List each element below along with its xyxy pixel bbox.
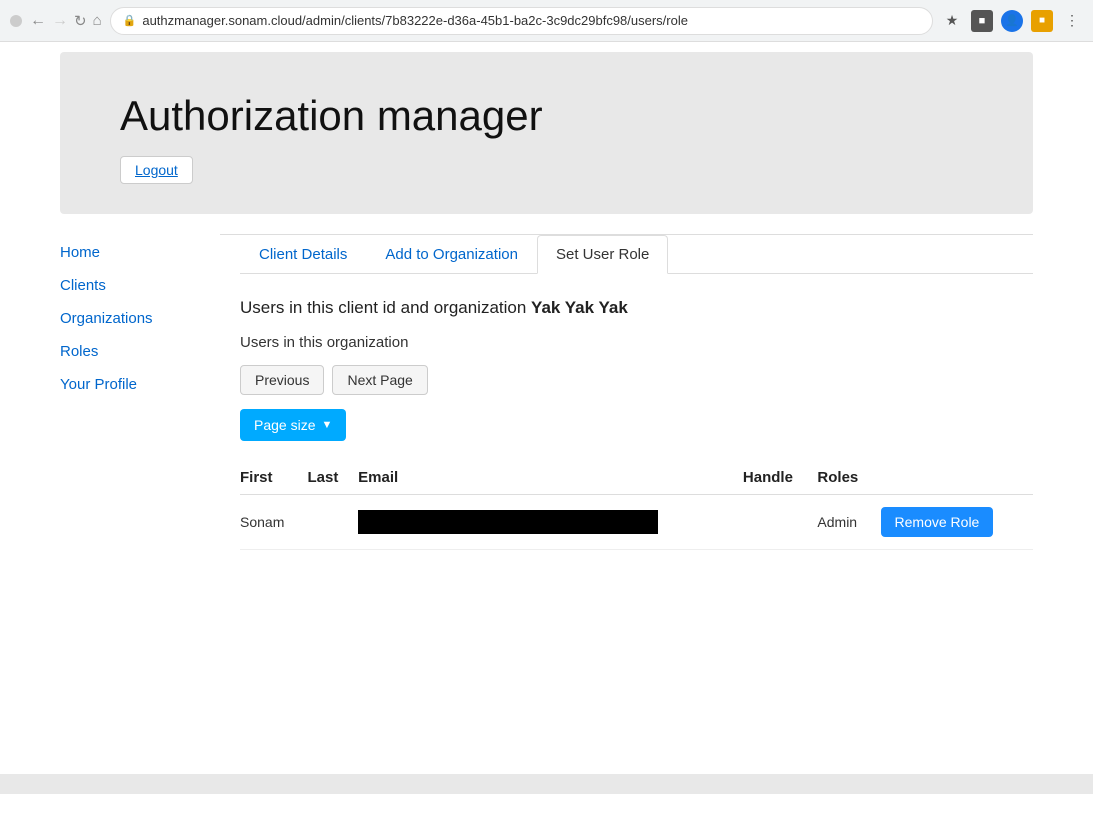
logout-button[interactable]: Logout [120, 156, 193, 184]
url-text: authzmanager.sonam.cloud/admin/clients/7… [142, 13, 688, 28]
sidebar-item-home[interactable]: Home [60, 244, 220, 261]
settings-icon[interactable]: ⋮ [1061, 10, 1083, 32]
users-table: First Last Email Handle Roles Sonam [240, 461, 1033, 550]
main-layout: Home Clients Organizations Roles Your Pr… [60, 214, 1033, 734]
page-size-button[interactable]: Page size ▼ [240, 409, 346, 441]
tab-set-user-role[interactable]: Set User Role [537, 235, 668, 274]
address-bar[interactable]: 🔒 authzmanager.sonam.cloud/admin/clients… [110, 7, 933, 35]
table-header: First Last Email Handle Roles [240, 461, 1033, 495]
browser-controls [10, 15, 22, 27]
table-body: Sonam Admin Remove Role [240, 495, 1033, 550]
footer [0, 774, 1093, 794]
section-label: Users in this organization [240, 334, 1033, 351]
browser-dot-1 [10, 15, 22, 27]
sidebar: Home Clients Organizations Roles Your Pr… [60, 234, 220, 734]
sidebar-item-roles[interactable]: Roles [60, 343, 220, 360]
pagination: Previous Next Page [240, 365, 1033, 395]
browser-actions: ★ ■ 👤 ■ ⋮ [941, 10, 1083, 32]
cell-first: Sonam [240, 495, 307, 550]
header-banner: Authorization manager Logout [60, 52, 1033, 214]
col-first: First [240, 461, 307, 495]
extension-icon-2[interactable]: ■ [1031, 10, 1053, 32]
table-row: Sonam Admin Remove Role [240, 495, 1033, 550]
page-wrapper: Authorization manager Logout Home Client… [0, 52, 1093, 839]
sidebar-item-clients[interactable]: Clients [60, 277, 220, 294]
organization-name: Yak Yak Yak [531, 298, 628, 317]
col-last: Last [307, 461, 358, 495]
col-email: Email [358, 461, 743, 495]
chevron-down-icon: ▼ [321, 419, 332, 431]
lock-icon: 🔒 [123, 14, 137, 27]
email-redacted [358, 510, 658, 534]
remove-role-button[interactable]: Remove Role [881, 507, 994, 537]
page-title: Authorization manager [120, 92, 973, 140]
back-icon[interactable]: ← [30, 12, 46, 30]
sidebar-item-organizations[interactable]: Organizations [60, 310, 220, 327]
cell-handle [743, 495, 817, 550]
sidebar-item-your-profile[interactable]: Your Profile [60, 376, 220, 393]
browser-chrome: ← → ↻ ⌂ 🔒 authzmanager.sonam.cloud/admin… [0, 0, 1093, 42]
col-roles: Roles [817, 461, 880, 495]
next-page-button[interactable]: Next Page [332, 365, 427, 395]
cell-action: Remove Role [881, 495, 1033, 550]
bookmark-icon[interactable]: ★ [941, 10, 963, 32]
col-handle: Handle [743, 461, 817, 495]
content-area: Client Details Add to Organization Set U… [220, 234, 1033, 734]
tabs: Client Details Add to Organization Set U… [240, 235, 1033, 274]
tab-add-to-organization[interactable]: Add to Organization [366, 235, 537, 274]
cell-last [307, 495, 358, 550]
home-icon[interactable]: ⌂ [93, 12, 102, 29]
forward-icon[interactable]: → [52, 12, 68, 30]
col-actions [881, 461, 1033, 495]
reload-icon[interactable]: ↻ [74, 12, 87, 30]
user-icon[interactable]: 👤 [1001, 10, 1023, 32]
tab-client-details[interactable]: Client Details [240, 235, 366, 274]
section-title: Users in this client id and organization… [240, 298, 1033, 318]
cell-roles: Admin [817, 495, 880, 550]
previous-button[interactable]: Previous [240, 365, 324, 395]
cell-email [358, 495, 743, 550]
extension-icon-1[interactable]: ■ [971, 10, 993, 32]
sidebar-nav: Home Clients Organizations Roles Your Pr… [60, 244, 220, 393]
nav-controls: ← → ↻ ⌂ [30, 12, 102, 30]
table-header-row: First Last Email Handle Roles [240, 461, 1033, 495]
